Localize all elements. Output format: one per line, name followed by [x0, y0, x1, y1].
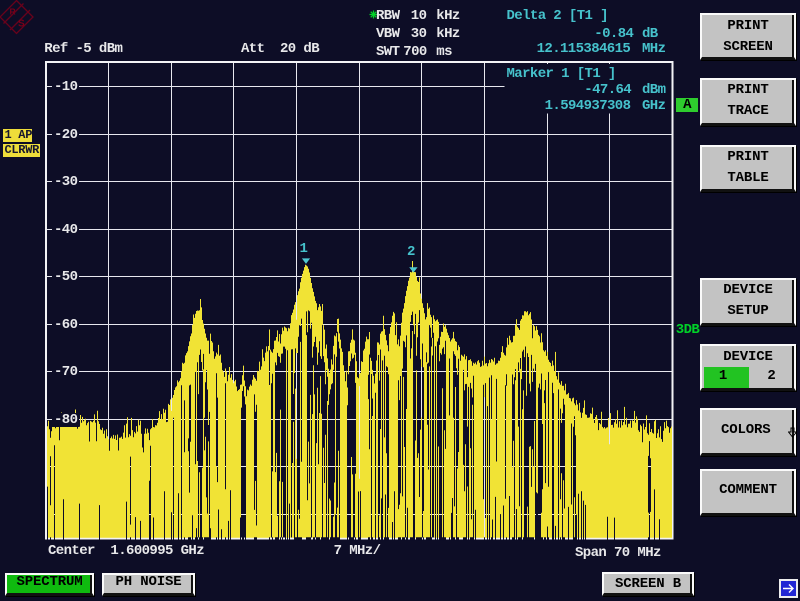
svg-text:S: S: [18, 19, 25, 30]
svg-text:R: R: [10, 7, 16, 17]
